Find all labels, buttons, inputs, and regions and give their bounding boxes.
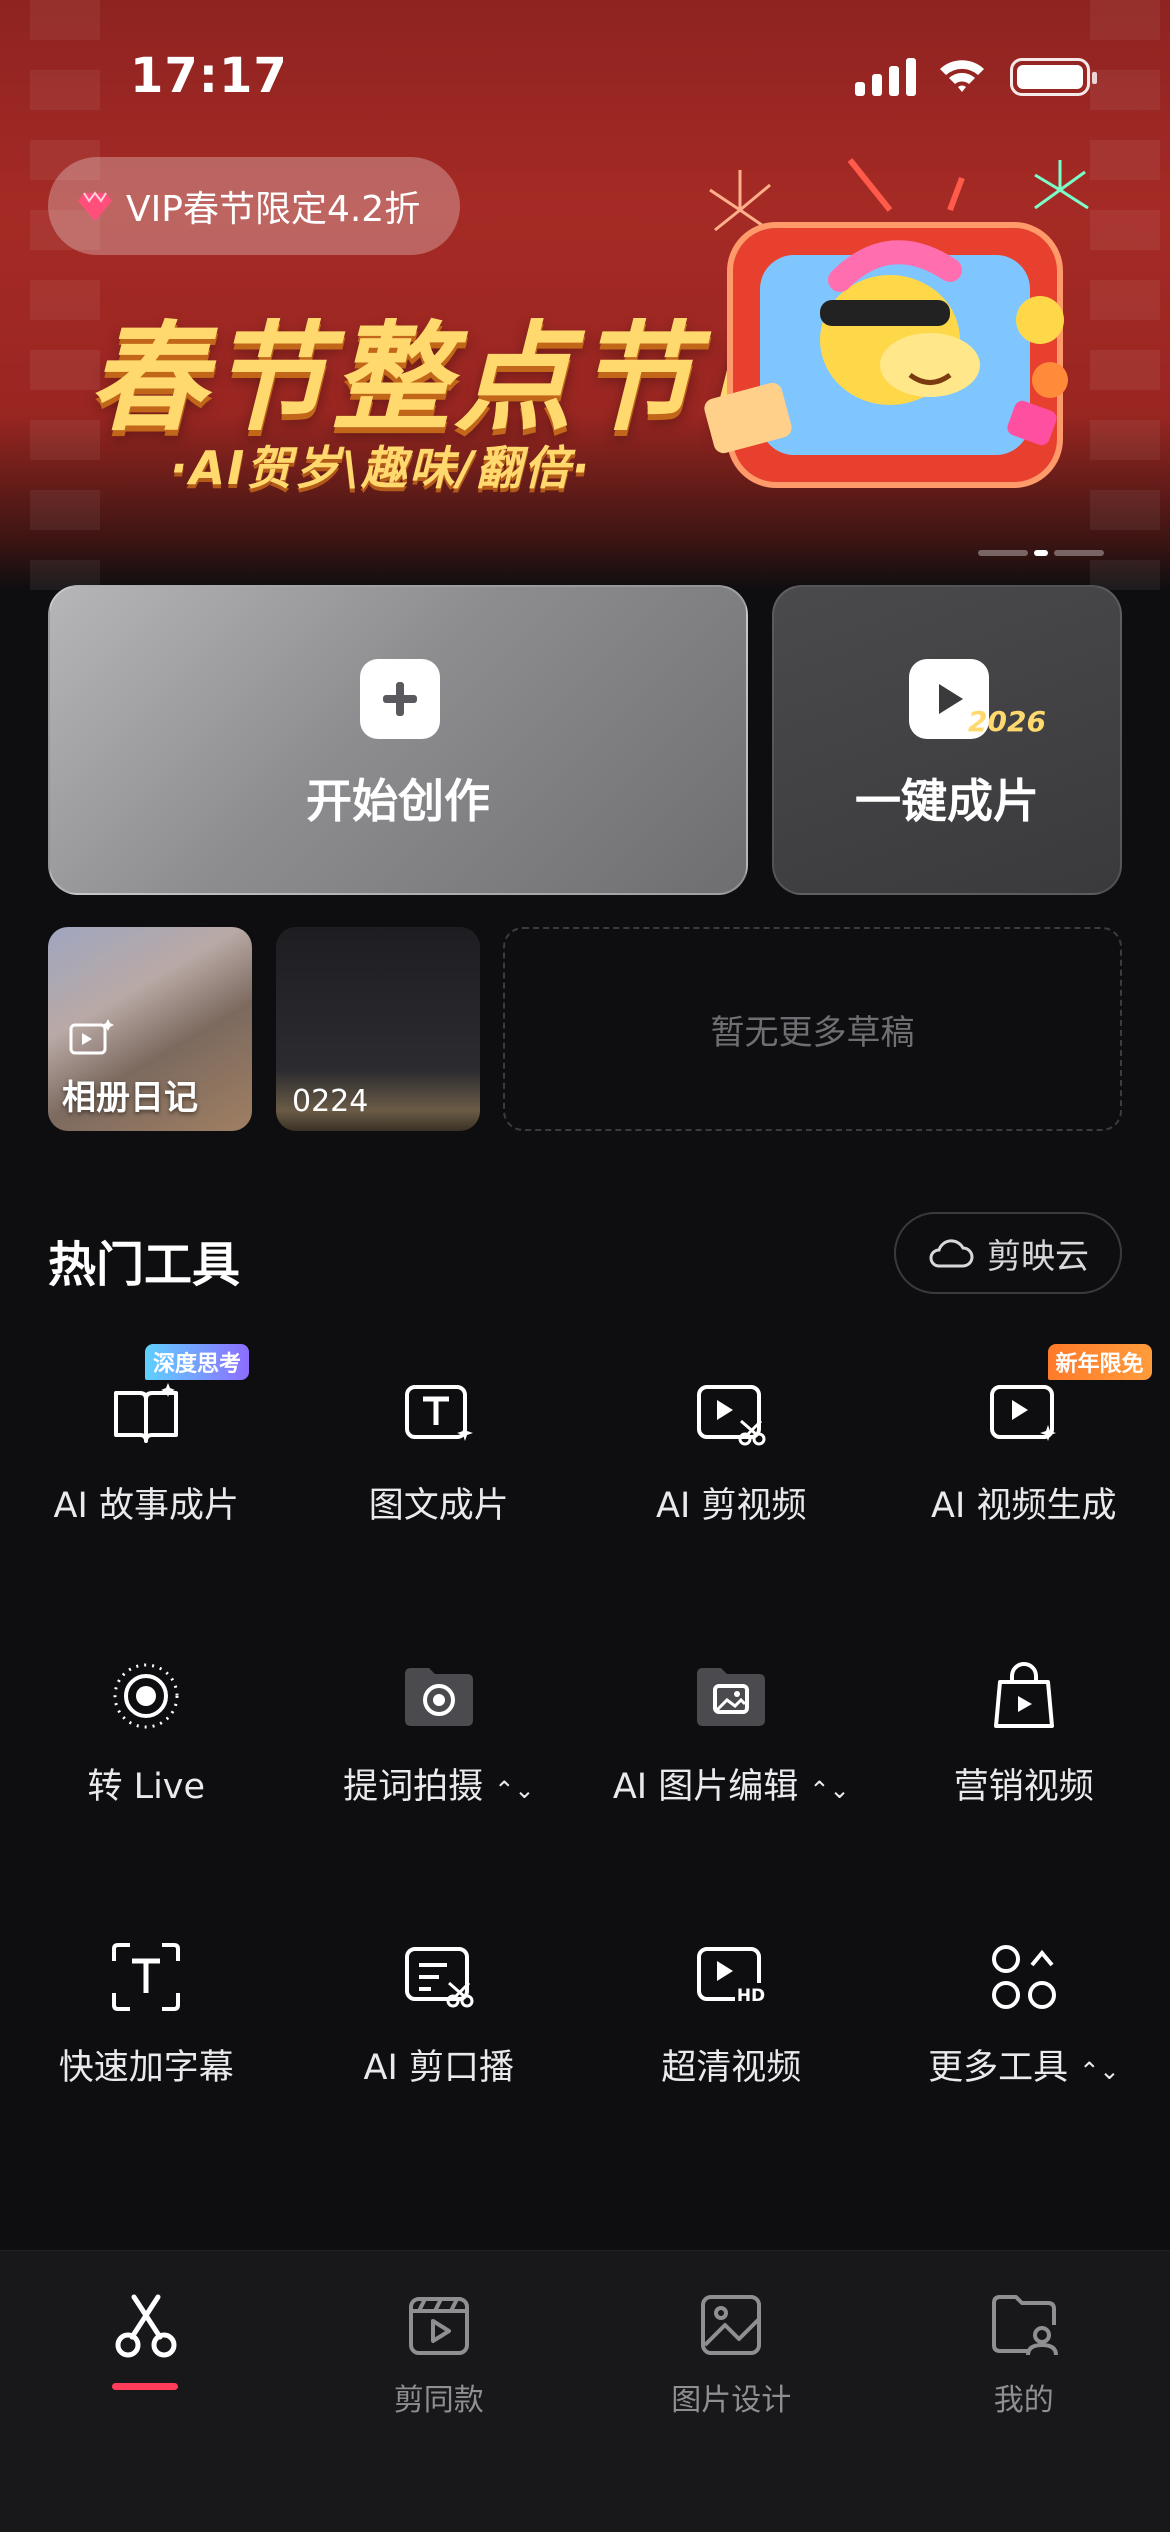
one-click-video-card[interactable]: 2026 一键成片 — [772, 585, 1122, 895]
tool-label: AI 图片编辑 ⌃⌄ — [612, 1767, 850, 1807]
cellular-signal-icon — [855, 56, 916, 96]
tab-edit[interactable] — [0, 2251, 293, 2451]
promo-banner[interactable]: 17:17 VIP春节限定4.2折 春节整点节目 ·AI贺岁\趣味/翻倍· — [0, 0, 1170, 590]
banner-page-dots — [978, 550, 1104, 556]
draft-label: 0224 — [292, 1084, 369, 1119]
draft-item[interactable]: 0224 — [276, 927, 480, 1131]
tab-label: 剪同款 — [393, 2383, 484, 2418]
tool-label: 提词拍摄 ⌃⌄ — [343, 1767, 535, 1807]
plus-icon — [360, 659, 440, 739]
deep-thinking-badge: 深度思考 — [145, 1344, 250, 1380]
teleprompter-camera-icon — [399, 1656, 479, 1736]
chevron-updown-icon: ⌃⌄ — [809, 1776, 850, 1804]
subtitle-frame-icon — [106, 1937, 186, 2017]
more-tools-icon — [984, 1937, 1064, 2017]
clapper-icon — [408, 2297, 469, 2355]
tab-image-design[interactable]: 图片设计 — [585, 2251, 878, 2451]
one-click-video-label: 一键成片 — [855, 774, 1039, 828]
tool-ai-video-generation[interactable]: 新年限免 AI 视频生成 — [878, 1330, 1170, 1611]
mascot-tv-illustration — [704, 158, 1089, 488]
live-photo-icon — [106, 1656, 186, 1736]
start-creation-card[interactable]: 开始创作 — [48, 585, 748, 895]
tool-label: AI 视频生成 — [931, 1486, 1117, 1526]
tool-teleprompter-shoot[interactable]: 提词拍摄 ⌃⌄ — [293, 1611, 586, 1892]
text-box-sparkle-icon — [399, 1375, 479, 1455]
text-scissors-icon — [399, 1937, 479, 2017]
tool-ai-talking-cut[interactable]: AI 剪口播 — [293, 1892, 586, 2173]
tab-templates[interactable]: 剪同款 — [293, 2251, 586, 2451]
image-folder-icon — [691, 1656, 771, 1736]
tool-image-text-video[interactable]: 图文成片 — [293, 1330, 586, 1611]
tool-ai-cut-video[interactable]: AI 剪视频 — [585, 1330, 878, 1611]
app-screen: 17:17 VIP春节限定4.2折 春节整点节目 ·AI贺岁\趣味/翻倍· 开始… — [0, 0, 1170, 2532]
image-design-icon — [701, 2295, 762, 2355]
no-more-drafts-placeholder: 暂无更多草稿 — [503, 927, 1122, 1131]
book-sparkle-icon — [106, 1375, 186, 1455]
tools-grid: 深度思考 AI 故事成片 图文成片 AI 剪视频 新年限免 AI 视频生成 转 … — [0, 1330, 1170, 2173]
photo-diary-icon — [69, 1019, 114, 1055]
tab-label: 图片设计 — [671, 2383, 792, 2418]
tool-hd-video[interactable]: HD 超清视频 — [585, 1892, 878, 2173]
shopping-bag-play-icon — [984, 1656, 1064, 1736]
tool-quick-subtitles[interactable]: 快速加字幕 — [0, 1892, 293, 2173]
vip-promo-pill[interactable]: VIP春节限定4.2折 — [48, 157, 460, 255]
year-label: 2026 — [968, 705, 1046, 738]
tab-profile[interactable]: 我的 — [878, 2251, 1170, 2451]
vip-promo-label: VIP春节限定4.2折 — [126, 189, 421, 230]
active-tab-indicator — [112, 2383, 178, 2390]
battery-icon — [1010, 58, 1097, 96]
tool-label: AI 剪口播 — [363, 2048, 514, 2088]
tool-label: 图文成片 — [368, 1486, 509, 1526]
video-scissors-icon — [691, 1375, 771, 1455]
tool-more-tools[interactable]: 更多工具 ⌃⌄ — [878, 1892, 1170, 2173]
tool-label: 更多工具 ⌃⌄ — [928, 2048, 1120, 2088]
tool-label: 转 Live — [87, 1767, 206, 1807]
banner-subtitle: ·AI贺岁\趣味/翻倍· — [170, 441, 592, 495]
cloud-icon — [929, 1239, 974, 1268]
tool-ai-image-edit[interactable]: AI 图片编辑 ⌃⌄ — [585, 1611, 878, 1892]
start-creation-label: 开始创作 — [306, 774, 490, 828]
tool-label: AI 故事成片 — [53, 1486, 239, 1526]
wifi-icon — [940, 60, 984, 92]
tool-label: 快速加字幕 — [58, 2048, 234, 2088]
profile-folder-icon — [991, 2295, 1058, 2356]
diamond-icon — [78, 191, 112, 221]
tab-label: 我的 — [993, 2383, 1054, 2418]
hot-tools-title: 热门工具 — [48, 1237, 241, 1293]
hd-video-icon: HD — [691, 1937, 771, 2017]
status-time: 17:17 — [130, 48, 288, 104]
jianying-cloud-button[interactable]: 剪映云 — [894, 1212, 1122, 1294]
svg-text:HD: HD — [737, 1986, 765, 2006]
tool-convert-live[interactable]: 转 Live — [0, 1611, 293, 1892]
video-sparkle-icon — [984, 1375, 1064, 1455]
draft-label: 相册日记 — [62, 1078, 198, 1118]
chevron-updown-icon: ⌃⌄ — [494, 1776, 535, 1804]
tool-label: 营销视频 — [953, 1767, 1094, 1807]
tool-marketing-video[interactable]: 营销视频 — [878, 1611, 1170, 1892]
scissors-icon — [115, 2294, 177, 2358]
new-year-free-badge: 新年限免 — [1047, 1344, 1152, 1380]
no-more-drafts-label: 暂无更多草稿 — [710, 1012, 915, 1053]
tool-ai-story-video[interactable]: 深度思考 AI 故事成片 — [0, 1330, 293, 1611]
jianying-cloud-label: 剪映云 — [987, 1236, 1089, 1277]
tool-label: 超清视频 — [661, 2048, 802, 2088]
chevron-updown-icon: ⌃⌄ — [1079, 2057, 1120, 2085]
draft-item[interactable]: 相册日记 — [48, 927, 252, 1131]
home-indicator — [440, 2490, 730, 2500]
tool-label: AI 剪视频 — [656, 1486, 807, 1526]
